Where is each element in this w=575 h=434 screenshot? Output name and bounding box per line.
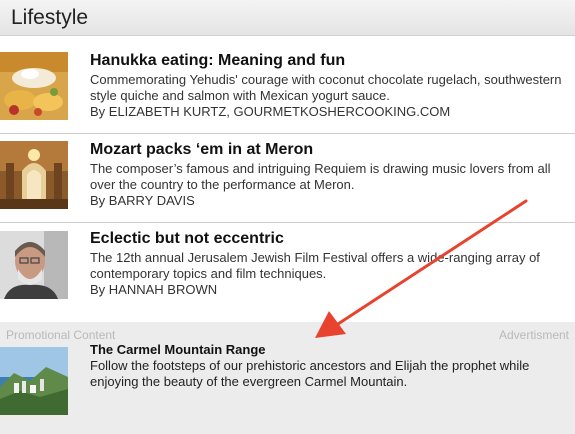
article-summary: The 12th annual Jerusalem Jewish Film Fe… <box>90 250 540 281</box>
promotional-content-label: Promotional Content <box>6 328 116 342</box>
article-title[interactable]: Hanukka eating: Meaning and fun <box>90 52 345 70</box>
article-item-hanukka[interactable]: Hanukka eating: Meaning and fun Commemor… <box>0 45 575 133</box>
portrait-thumbnail[interactable] <box>0 231 68 299</box>
mountain-coast-thumbnail[interactable] <box>0 347 68 415</box>
advertisement-label: Advertisment <box>498 328 569 342</box>
article-summary: The composer’s famous and intriguing Req… <box>90 161 551 192</box>
concert-hall-thumbnail[interactable] <box>0 141 68 209</box>
section-header: Lifestyle <box>0 0 575 36</box>
food-thumbnail[interactable] <box>0 52 68 120</box>
article-summary: Commemorating Yehudis' courage with coco… <box>90 72 562 103</box>
promo-title[interactable]: The Carmel Mountain Range <box>90 342 266 357</box>
promoted-article[interactable]: Promotional Content Advertisment The Car… <box>0 322 575 434</box>
section-title: Lifestyle <box>11 6 89 29</box>
article-byline: By BARRY DAVIS <box>90 193 195 208</box>
promo-summary: Follow the footsteps of our prehistoric … <box>90 358 530 389</box>
article-byline: By ELIZABETH KURTZ, GOURMETKOSHERCOOKING… <box>90 104 451 119</box>
article-item-mozart[interactable]: Mozart packs ‘em in at Meron The compose… <box>0 134 575 222</box>
article-title[interactable]: Eclectic but not eccentric <box>90 230 284 248</box>
article-item-eclectic[interactable]: Eclectic but not eccentric The 12th annu… <box>0 223 575 322</box>
article-title[interactable]: Mozart packs ‘em in at Meron <box>90 141 313 159</box>
article-byline: By HANNAH BROWN <box>90 282 218 297</box>
